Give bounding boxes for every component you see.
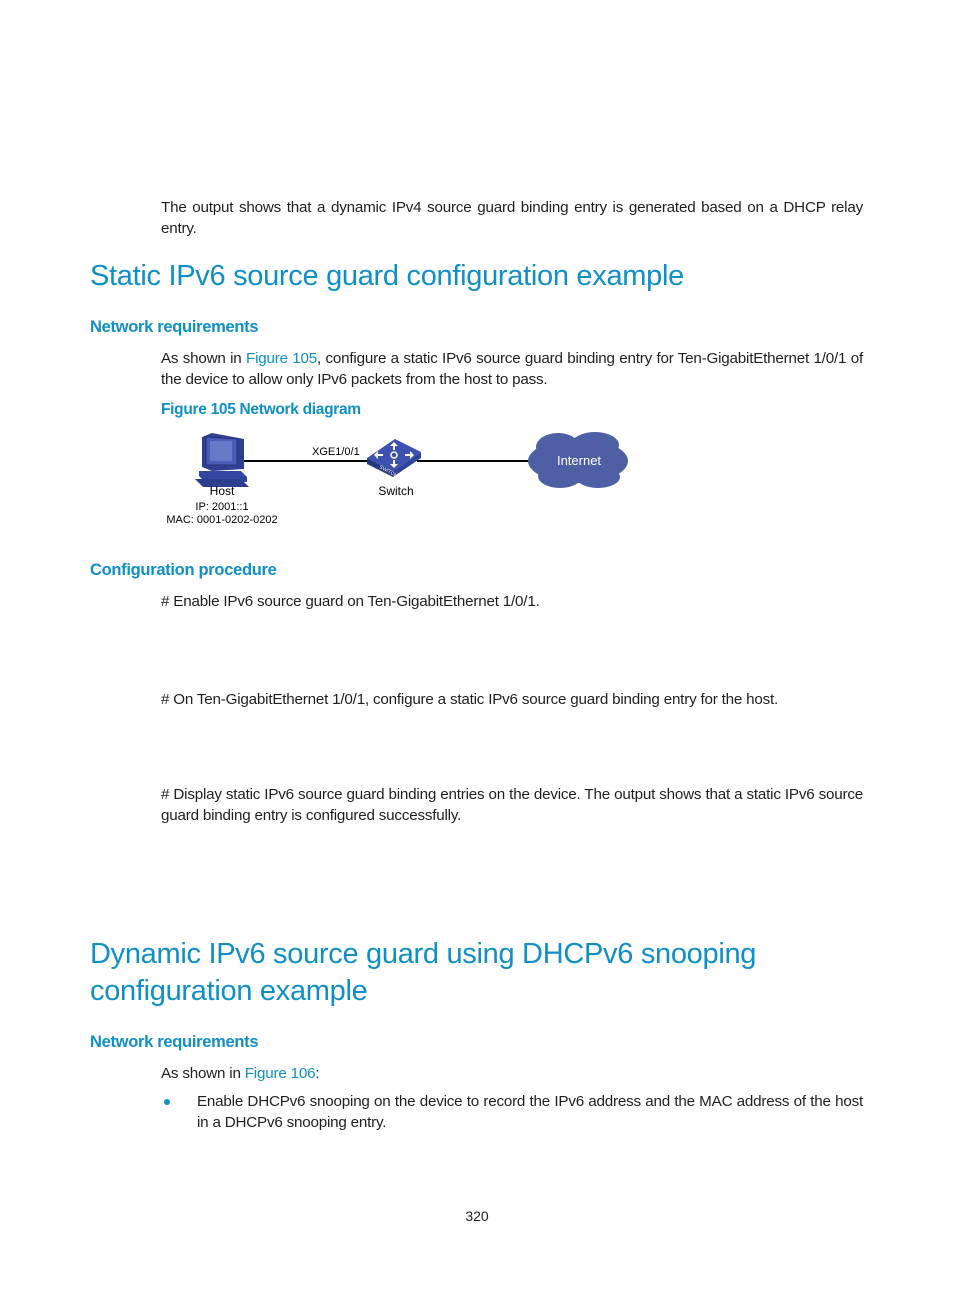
- host-ip-label: IP: 2001::1: [195, 501, 248, 513]
- switch-label: Switch: [378, 484, 413, 498]
- figure-105-link[interactable]: Figure 105: [246, 350, 317, 367]
- paragraph-text-suffix: :: [315, 1065, 320, 1082]
- host-mac-label: MAC: 0001-0202-0202: [166, 514, 277, 526]
- figure-106-link[interactable]: Figure 106: [245, 1065, 316, 1082]
- section-title-static-ipv6: Static IPv6 source guard configuration e…: [90, 260, 684, 292]
- paragraph-text-prefix: As shown in: [161, 350, 246, 367]
- cloud-label: Internet: [557, 453, 601, 468]
- bullet-list: Enable DHCPv6 snooping on the device to …: [161, 1091, 863, 1133]
- port-label: XGE1/0/1: [312, 446, 360, 458]
- network-requirements-paragraph: As shown in Figure 105, configure a stat…: [161, 348, 863, 390]
- configuration-procedure-heading: Configuration procedure: [90, 561, 277, 579]
- bullet-icon: [164, 1099, 170, 1105]
- host-label: Host: [210, 484, 235, 498]
- config-step-1: # Enable IPv6 source guard on Ten-Gigabi…: [161, 593, 540, 610]
- bullet-text: Enable DHCPv6 snooping on the device to …: [197, 1093, 863, 1131]
- page-number: 320: [465, 1208, 489, 1224]
- config-step-3: # Display static IPv6 source guard bindi…: [161, 786, 863, 824]
- network-requirements-heading: Network requirements: [90, 318, 259, 336]
- config-step-2: # On Ten-GigabitEthernet 1/0/1, configur…: [161, 691, 779, 708]
- intro-paragraph: The output shows that a dynamic IPv4 sou…: [161, 199, 863, 237]
- figure-caption: Figure 105 Network diagram: [161, 401, 361, 418]
- paragraph-text-prefix: As shown in: [161, 1065, 245, 1082]
- network-requirements-paragraph-2: As shown in Figure 106:: [161, 1063, 863, 1084]
- section-title-dynamic-ipv6: Dynamic IPv6 source guard using DHCPv6 s…: [90, 938, 757, 1007]
- network-diagram-svg: SWITCH Internet XGE1/0/1 Host IP: 2001::…: [166, 432, 628, 526]
- network-diagram: SWITCH Internet XGE1/0/1 Host IP: 2001::…: [155, 425, 655, 535]
- switch-icon: SWITCH: [367, 439, 421, 479]
- network-requirements-heading-2: Network requirements: [90, 1033, 259, 1051]
- list-item: Enable DHCPv6 snooping on the device to …: [161, 1091, 863, 1133]
- host-computer-icon: [195, 433, 249, 487]
